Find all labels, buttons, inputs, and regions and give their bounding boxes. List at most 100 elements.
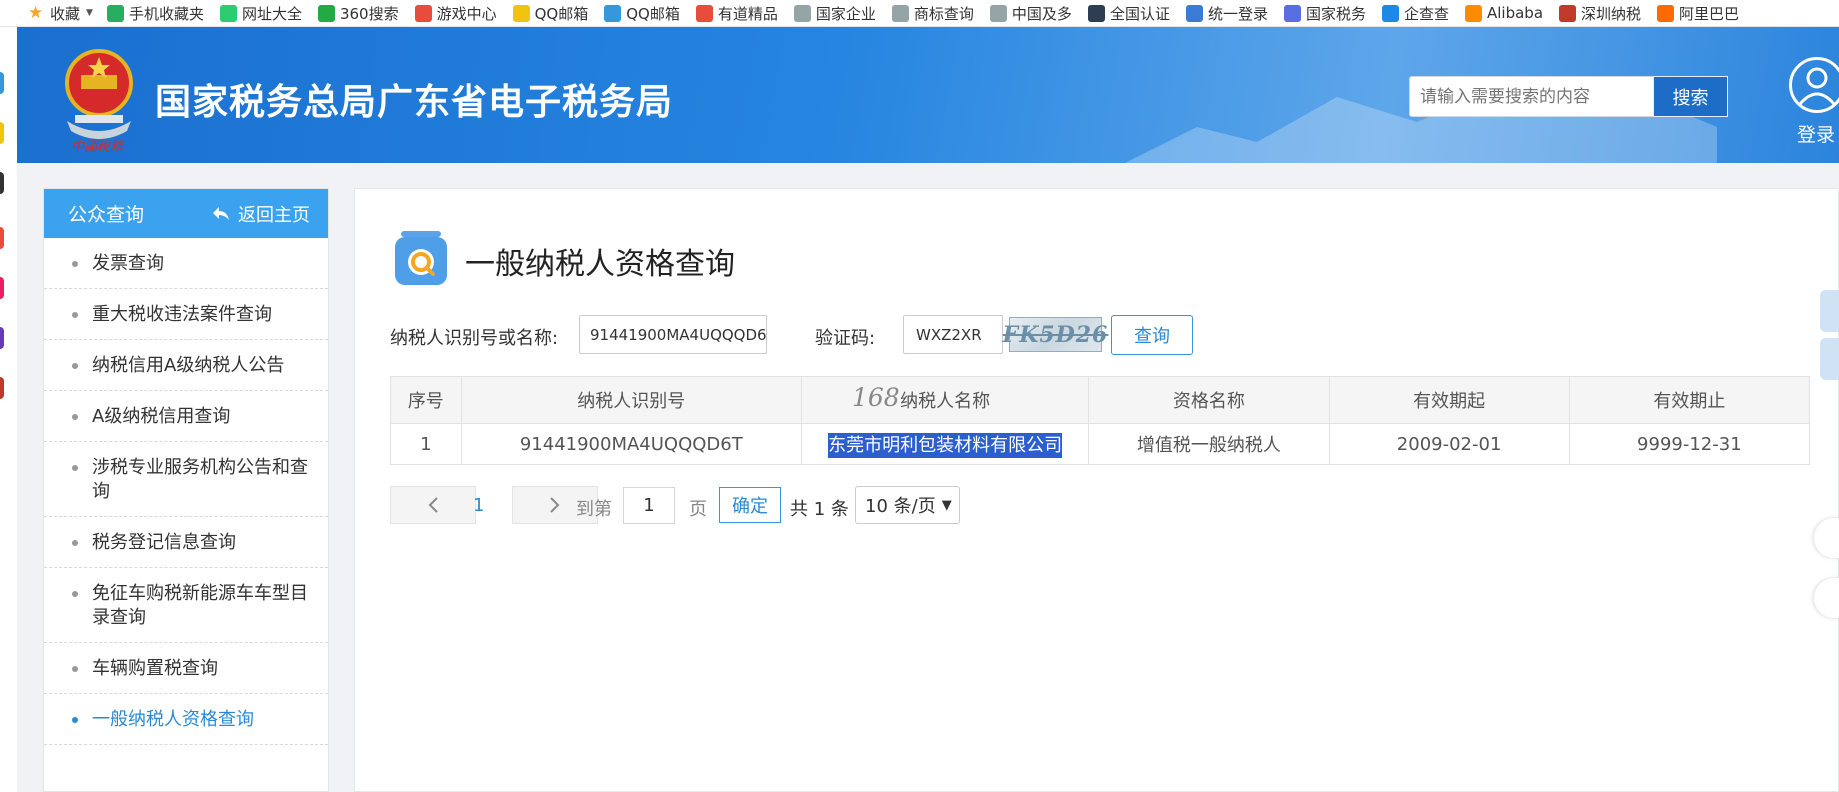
taxpayer-label: 纳税人识别号或名称: xyxy=(390,328,559,349)
search-button[interactable]: 搜索 xyxy=(1653,76,1728,117)
search-input[interactable] xyxy=(1409,76,1655,117)
bookmark-item[interactable]: 网址大全 xyxy=(219,3,302,24)
page-title: 一般纳税人资格查询 xyxy=(465,247,735,282)
float-top-tab[interactable] xyxy=(1820,338,1839,380)
bookmarks-bar: ★ 收藏 ▼ 手机收藏夹 网址大全 360搜索 游戏中心 QQ邮箱 QQ邮箱 有道精品 国家企业 商标… xyxy=(0,0,1839,27)
sidebar-item[interactable]: A级纳税信用查询 xyxy=(44,391,328,442)
table-row: 1 91441900MA4UQQQD6T 东莞市明利包装材料有限公司 增值税一般纳税人… xyxy=(390,423,1811,465)
bookmark-label: Alibaba xyxy=(1487,4,1544,22)
prev-page-button[interactable] xyxy=(390,486,476,524)
bookmark-item[interactable]: 统一登录 xyxy=(1185,3,1268,24)
sidebar-item[interactable]: 车辆购置税查询 xyxy=(44,643,328,694)
sidebar: 公众查询 返回主页 发票查询重大税收违法案件查询 纳税信用A级纳税人公告 A级纳税信… xyxy=(43,188,329,792)
user-avatar-icon[interactable] xyxy=(1789,57,1839,113)
table-header-row: 序号 纳税人识别号 纳税人名称 资格名称 有效期起 有效期止 xyxy=(390,376,1811,424)
bookmark-item[interactable]: 手机收藏夹 xyxy=(106,3,204,24)
sidebar-item-label: 免征车购税新能源车车型目录查询 xyxy=(92,583,308,628)
sidebar-item-label: 重大税收违法案件查询 xyxy=(92,304,272,325)
bookmark-label: 企查查 xyxy=(1403,4,1449,23)
bullet-icon xyxy=(72,261,78,267)
table-cell: 东莞市明利包装材料有限公司 xyxy=(800,423,1090,465)
sidebar-item[interactable]: 一般纳税人资格查询 xyxy=(44,694,328,745)
bookmark-label: 阿里巴巴 xyxy=(1679,4,1740,23)
bookmark-label: 网址大全 xyxy=(241,4,302,23)
back-arrow-icon xyxy=(213,206,229,220)
bookmark-item[interactable]: 360搜索 xyxy=(317,3,399,24)
bullet-icon xyxy=(72,363,78,369)
bookmark-label: QQ邮箱 xyxy=(626,4,680,23)
bullet-icon xyxy=(72,591,78,597)
taxpayer-id-input[interactable]: 91441900MA4UQQQD6 xyxy=(579,315,767,354)
chevron-right-icon xyxy=(550,497,560,513)
float-service-tab[interactable] xyxy=(1820,290,1839,332)
bookmark-item[interactable]: QQ邮箱 xyxy=(512,3,589,24)
captcha-input[interactable]: WXZ2XR xyxy=(903,315,1003,354)
table-cell: 9999-12-31 xyxy=(1568,423,1811,465)
column-header: 有效期起 xyxy=(1328,376,1570,424)
bookmark-item[interactable]: 深圳纳税 xyxy=(1559,3,1641,24)
back-home-button[interactable]: 返回主页 xyxy=(212,201,310,227)
sidebar-item-label: 纳税信用A级纳税人公告 xyxy=(92,355,285,376)
sidebar-item[interactable]: 纳税信用A级纳税人公告 xyxy=(44,340,328,391)
captcha-label: 验证码: xyxy=(815,328,876,349)
alibaba-icon xyxy=(1657,4,1675,22)
sidebar-item[interactable]: 税务登记信息查询 xyxy=(44,517,328,568)
sidebar-item[interactable]: 免征车购税新能源车车型目录查询 xyxy=(44,568,328,643)
emblem-icon xyxy=(1559,4,1577,22)
cell-text: 1 xyxy=(420,433,432,455)
goto-page-input[interactable]: 1 xyxy=(623,487,675,524)
bookmark-item[interactable]: Alibaba xyxy=(1465,4,1543,22)
bookmark-label: 全国认证 xyxy=(1109,4,1170,23)
table-cell: 增值税一般纳税人 xyxy=(1088,423,1330,465)
bookmark-item[interactable]: 企查查 xyxy=(1381,3,1449,24)
total-count: 共 1 条 xyxy=(790,499,849,520)
sidebar-item-label: 涉税专业服务机构公告和查询 xyxy=(92,457,308,502)
star-icon: ★ xyxy=(28,2,44,23)
column-header: 有效期止 xyxy=(1568,376,1811,424)
bookmark-item[interactable]: 有道精品 xyxy=(695,3,778,24)
bookmark-item[interactable]: ★ 收藏 xyxy=(28,3,80,24)
sidebar-item[interactable]: 发票查询 xyxy=(44,238,328,289)
bookmark-item[interactable]: 国家企业 xyxy=(793,3,876,24)
main-panel: 一般纳税人资格查询 纳税人识别号或名称: 91441900MA4UQQQD6 验… xyxy=(354,188,1839,792)
bookmark-item[interactable]: 游戏中心 xyxy=(414,3,497,24)
qcc-icon xyxy=(1381,4,1399,22)
site-title: 国家税务总局广东省电子税务局 xyxy=(155,82,674,123)
login-link[interactable]: 登录 xyxy=(1797,120,1835,147)
sidebar-item-label: 发票查询 xyxy=(92,253,164,274)
query-button[interactable]: 查询 xyxy=(1111,315,1193,355)
qq-mail-icon xyxy=(604,4,622,22)
bookmark-item[interactable]: QQ邮箱 xyxy=(604,3,680,24)
bookmark-item[interactable]: 商标查询 xyxy=(891,3,974,24)
page-size-value: 10 条/页 xyxy=(865,496,936,517)
bullet-icon xyxy=(72,414,78,420)
column-header: 资格名称 xyxy=(1088,376,1330,424)
current-page-number[interactable]: 1 xyxy=(473,495,484,516)
sidebar-item[interactable]: 重大税收违法案件查询 xyxy=(44,289,328,340)
chevron-down-icon: ▼ xyxy=(941,497,952,513)
goto-confirm-button[interactable]: 确定 xyxy=(719,487,781,523)
sidebar-header: 公众查询 返回主页 xyxy=(44,189,328,238)
cell-text: 增值税一般纳税人 xyxy=(1136,435,1281,456)
bookmark-item[interactable]: 中国及多 xyxy=(989,3,1072,24)
page-size-select[interactable]: 10 条/页 ▼ xyxy=(855,486,960,524)
bullet-icon xyxy=(72,540,78,546)
bookmark-item[interactable]: 国家税务 xyxy=(1283,3,1366,24)
sidebar-item-label: 车辆购置税查询 xyxy=(92,658,218,679)
table-cell: 1 xyxy=(390,423,462,465)
sidebar-item-label: A级纳税信用查询 xyxy=(92,406,231,427)
shield-icon xyxy=(1185,4,1203,22)
bullet-icon xyxy=(72,666,78,672)
left-side-strip xyxy=(0,27,17,792)
web-icon xyxy=(891,4,909,22)
captcha-image[interactable]: FK5D26 xyxy=(1003,317,1107,352)
site-header: 中國稅務 国家税务总局广东省电子税务局 搜索 登录 xyxy=(17,27,1839,163)
bookmark-item[interactable]: 全国认证 xyxy=(1087,3,1170,24)
goto-label: 到第 xyxy=(576,499,612,520)
chevron-left-icon xyxy=(428,497,438,513)
bookmark-label: 商标查询 xyxy=(913,4,974,23)
bookmark-dropdown-icon[interactable]: ▼ xyxy=(86,8,93,18)
bookmark-label: QQ邮箱 xyxy=(534,4,589,23)
bookmark-item[interactable]: 阿里巴巴 xyxy=(1657,3,1739,24)
sidebar-item[interactable]: 涉税专业服务机构公告和查询 xyxy=(44,442,328,517)
